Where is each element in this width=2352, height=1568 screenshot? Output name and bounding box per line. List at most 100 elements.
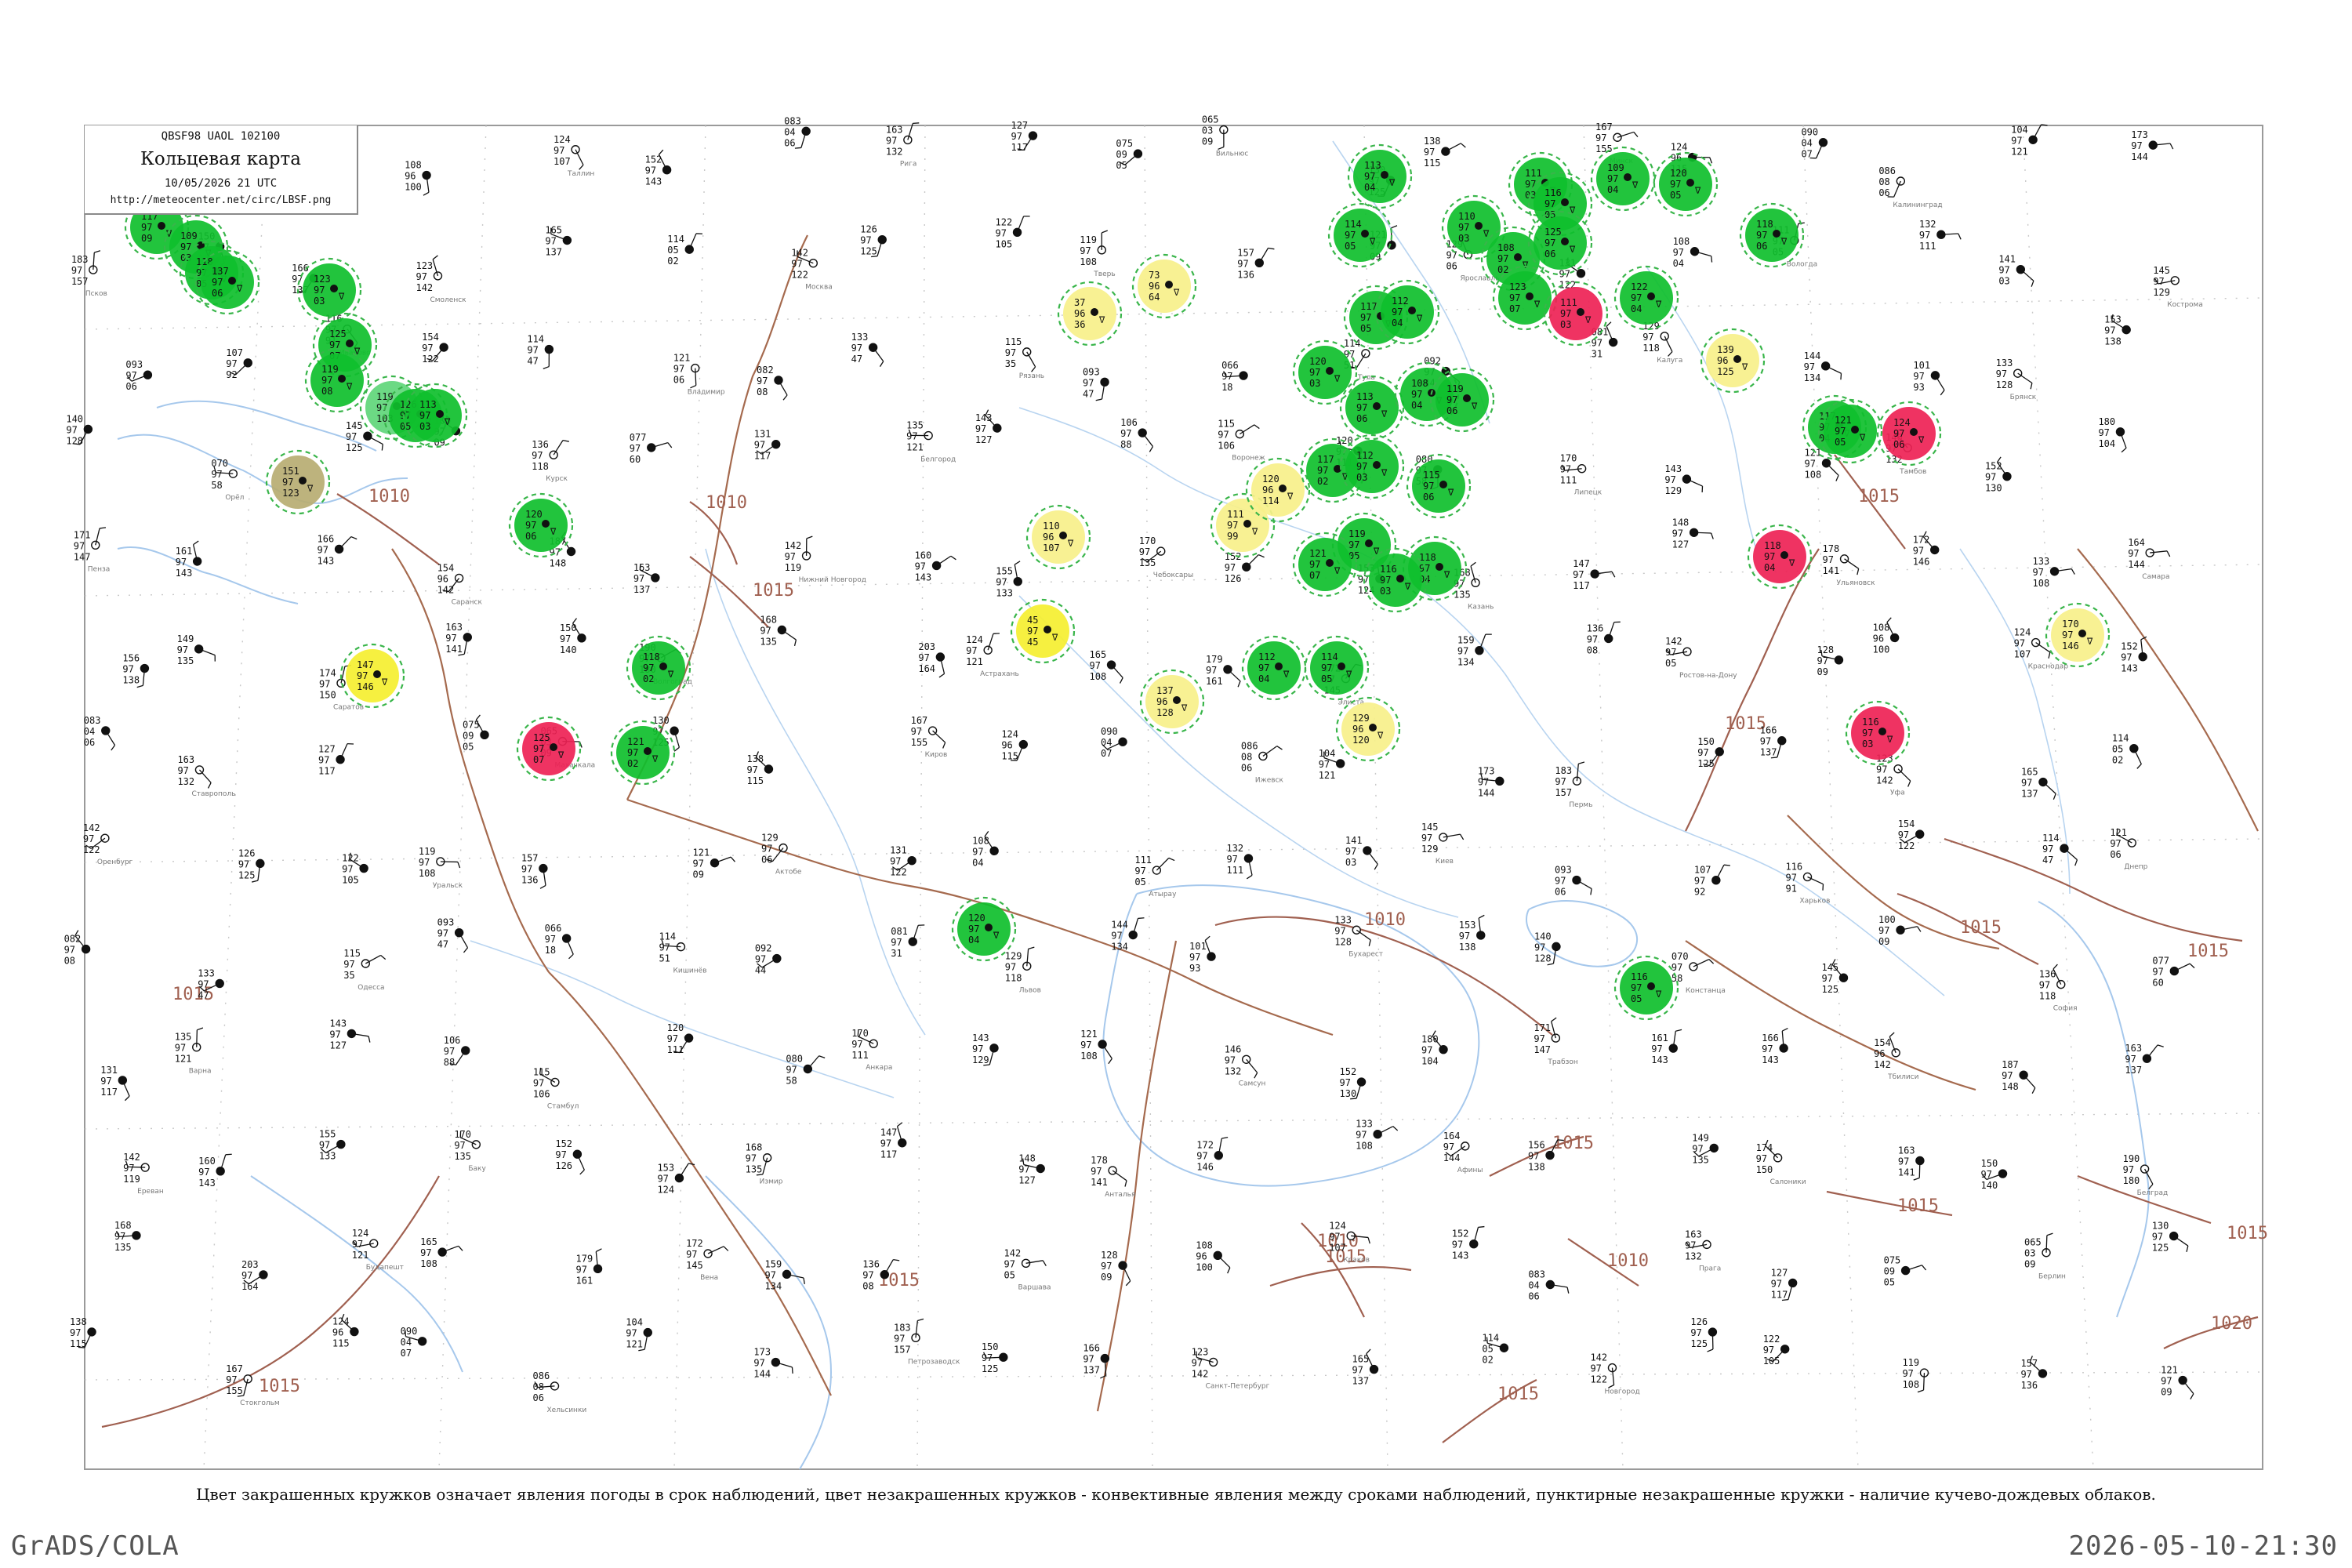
station-dewpoint: 132 bbox=[177, 776, 194, 787]
station-visibility: 97 bbox=[918, 652, 929, 663]
station-plot: 18397157 bbox=[71, 250, 101, 287]
wx-dewpoint: 05 bbox=[1670, 190, 1681, 201]
weather-phenomenon-station: 459745 ∇ bbox=[1010, 598, 1076, 664]
station-temperature: 086 bbox=[1878, 165, 1896, 176]
wind-barb-feather bbox=[1149, 446, 1154, 452]
wind-barb-feather bbox=[1119, 677, 1123, 684]
cloud-cover-circle bbox=[158, 222, 165, 230]
station-visibility: 97 bbox=[886, 135, 897, 146]
station-visibility: 97 bbox=[576, 1264, 587, 1275]
wx-dewpoint: 36 bbox=[1074, 319, 1085, 330]
station-dewpoint: 129 bbox=[1421, 844, 1439, 855]
station-plot: 15397124 bbox=[657, 1163, 695, 1196]
cloud-cover-circle bbox=[1165, 281, 1173, 289]
wind-barb-shaft bbox=[459, 932, 469, 949]
station-temperature: 130 bbox=[2152, 1221, 2169, 1232]
station-visibility: 97 bbox=[2121, 652, 2132, 663]
station-visibility: 97 bbox=[1587, 633, 1598, 644]
wind-barb-feather bbox=[1940, 390, 1945, 396]
wind-barb-shaft bbox=[2017, 372, 2033, 384]
wind-barb-shaft bbox=[1026, 351, 1036, 368]
wind-barb-feather bbox=[1478, 914, 1485, 919]
station-name-label: Курск bbox=[546, 475, 568, 483]
station-temperature: 168 bbox=[114, 1220, 132, 1231]
present-weather-icon: ∇ bbox=[346, 381, 353, 392]
station-temperature: 070 bbox=[1671, 951, 1689, 962]
wx-dewpoint: 04 bbox=[1607, 184, 1618, 195]
wind-barb-shaft bbox=[1142, 432, 1154, 447]
station-visibility: 97 bbox=[1898, 1156, 1909, 1167]
wx-visibility: 97 bbox=[1756, 230, 1767, 241]
station-temperature: 179 bbox=[576, 1253, 593, 1264]
station-dewpoint: 115 bbox=[332, 1338, 350, 1349]
station-dewpoint: 138 bbox=[1459, 942, 1476, 953]
station-dewpoint: 125 bbox=[982, 1363, 999, 1374]
station-plot: 1089704 bbox=[1673, 236, 1713, 269]
wx-temperature: 116 bbox=[1544, 187, 1562, 198]
wind-barb-feather bbox=[1917, 926, 1922, 932]
wx-visibility: 97 bbox=[419, 410, 430, 421]
station-plot: 0900407 bbox=[1101, 726, 1127, 759]
station-plot: 15797136 bbox=[521, 853, 548, 889]
station-visibility: 97 bbox=[911, 726, 922, 737]
graticule-line bbox=[916, 125, 926, 1470]
station-plot: 1219709 bbox=[693, 848, 735, 880]
wx-dewpoint: 05 bbox=[1360, 323, 1371, 334]
station-visibility: 97 bbox=[659, 942, 670, 953]
station-temperature: 101 bbox=[1913, 360, 1930, 371]
wx-visibility: 96 bbox=[1262, 485, 1273, 495]
station-temperature: 124 bbox=[1329, 1220, 1346, 1231]
wind-barb-feather bbox=[463, 947, 469, 953]
cloud-cover-circle bbox=[1091, 308, 1098, 316]
station-temperature: 082 bbox=[64, 934, 82, 945]
station-plot: 0939706 bbox=[1555, 865, 1592, 898]
station-plot: 15597133 bbox=[996, 561, 1022, 599]
present-weather-icon: ∇ bbox=[1067, 538, 1074, 549]
station-name-label: София bbox=[2053, 1005, 2078, 1013]
station-visibility: 97 bbox=[746, 1153, 757, 1164]
present-weather-icon: ∇ bbox=[1381, 467, 1388, 478]
wind-barb-shaft bbox=[1356, 353, 1367, 368]
station-temperature: 066 bbox=[1221, 360, 1239, 371]
phenomenon-disc bbox=[1251, 463, 1305, 517]
wind-barb-feather bbox=[893, 1259, 900, 1261]
wind-barb-shaft bbox=[105, 730, 116, 746]
weather-phenomenon-station: 1229704 ∇ bbox=[1613, 265, 1679, 331]
station-name-label: Тамбов bbox=[1899, 468, 1926, 476]
station-visibility: 97 bbox=[343, 959, 354, 970]
station-temperature: 154 bbox=[422, 332, 439, 343]
station-temperature: 133 bbox=[1356, 1119, 1373, 1130]
station-temperature: 180 bbox=[2098, 416, 2115, 427]
station-visibility: 97 bbox=[555, 1149, 566, 1160]
cloud-cover-circle bbox=[1275, 662, 1283, 670]
phenomenon-disc bbox=[1753, 530, 1806, 583]
source-url[interactable]: http://meteocenter.net/circ/LBSF.png bbox=[85, 194, 357, 206]
wx-visibility: 97 bbox=[1631, 292, 1642, 303]
station-plot: 0709758 bbox=[211, 458, 238, 491]
phenomenon-disc bbox=[1620, 961, 1673, 1014]
station-plot: 14097128 bbox=[66, 413, 93, 446]
wind-barb-feather bbox=[667, 442, 673, 448]
station-visibility: 97 bbox=[1478, 776, 1489, 787]
wind-barb-feather bbox=[1917, 1389, 1924, 1393]
station-visibility: 97 bbox=[176, 557, 187, 568]
cloud-cover-circle bbox=[985, 924, 993, 931]
station-plot: 15297130 bbox=[1340, 1066, 1367, 1100]
wind-barb-feather bbox=[1102, 230, 1109, 234]
station-dewpoint: 135 bbox=[114, 1242, 132, 1253]
station-dewpoint: 117 bbox=[100, 1087, 118, 1098]
wind-barb-feather bbox=[1196, 1351, 1198, 1358]
station-dewpoint: 164 bbox=[241, 1281, 259, 1292]
wx-dewpoint: 146 bbox=[357, 681, 374, 692]
station-visibility: 97 bbox=[422, 343, 433, 354]
station-dewpoint: 125 bbox=[2152, 1243, 2169, 1254]
station-dewpoint: 60 bbox=[2152, 978, 2163, 989]
station-plot: 0860806 bbox=[1878, 165, 1906, 198]
cloud-cover-circle bbox=[644, 747, 652, 755]
station-name-label: Белгород bbox=[920, 456, 956, 464]
wx-dewpoint: 03 bbox=[314, 296, 325, 307]
station-plot: 1219706 bbox=[2110, 827, 2137, 860]
station-visibility: 97 bbox=[1345, 846, 1356, 857]
wx-dewpoint: 04 bbox=[1364, 182, 1375, 193]
wx-temperature: 120 bbox=[1670, 168, 1687, 179]
